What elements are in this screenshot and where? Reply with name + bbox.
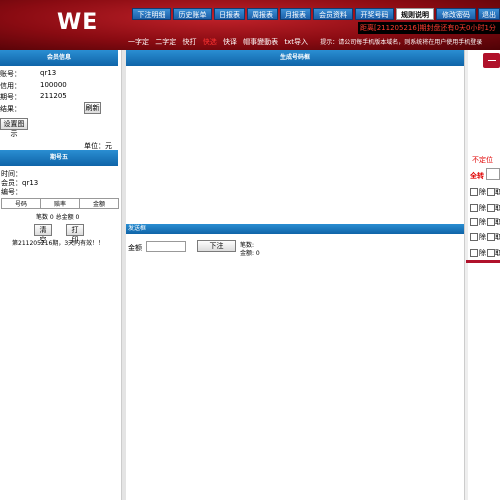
menu-icon	[488, 60, 496, 61]
checkbox-take-1[interactable]	[487, 188, 495, 196]
nav-change-password[interactable]: 修改密码	[436, 8, 476, 20]
generate-panel-title: 生成号码框	[126, 50, 464, 66]
unfixed-label: 不定位	[472, 156, 493, 164]
nav-bet-details[interactable]: 下注明细	[132, 8, 171, 20]
amount-label: 金额	[128, 244, 142, 252]
header-amount: 金额	[79, 198, 119, 209]
nav-member-info[interactable]: 会员资料	[313, 8, 353, 20]
checkbox-take-5[interactable]	[487, 249, 495, 257]
checkbox-exclude-5[interactable]	[470, 249, 478, 257]
validity-note: 第211205216期，3天内有效！！	[12, 240, 105, 247]
exclude-label-4: 除	[479, 233, 486, 241]
right-divider[interactable]	[464, 50, 468, 500]
nav-daily-report[interactable]: 日报表	[214, 8, 245, 20]
subnav-txt-import[interactable]: txt导入	[284, 38, 308, 46]
checkbox-take-4[interactable]	[487, 233, 495, 241]
account-row: 账号： qr13	[0, 69, 56, 79]
nav-draw-numbers[interactable]: 开奖号码	[355, 8, 394, 20]
checkbox-exclude-3[interactable]	[470, 218, 478, 226]
bet-table: 号码 赔率 金额	[1, 198, 119, 209]
nav-history[interactable]: 历史账单	[173, 8, 212, 20]
period-label: 期号：	[0, 93, 21, 101]
total-label: 金额: 0	[240, 250, 260, 257]
submit-bet-button[interactable]: 下注	[197, 240, 236, 252]
subnav-quick-select[interactable]: 快选	[203, 38, 217, 46]
bet-summary: 笔数 0 总金额 0	[36, 214, 80, 221]
take-label-2: 取	[495, 204, 500, 212]
clear-button[interactable]: 清 空	[34, 224, 52, 244]
red-accent-line	[466, 260, 500, 263]
sub-navigation: 一字定 二字定 快打 快选 快译 帽事變動表 txt导入 提示：请公司每手机版本…	[128, 36, 500, 48]
take-label-5: 取	[495, 249, 500, 257]
left-divider[interactable]	[121, 50, 126, 500]
credit-value: 100000	[40, 81, 67, 89]
credit-label: 信用：	[0, 82, 21, 90]
checkbox-take-2[interactable]	[487, 204, 495, 212]
header-odds: 赔率	[40, 198, 80, 209]
tip-text: 提示：请公司每手机版本域名，则系统将在用户使用手机登录	[320, 39, 483, 46]
send-panel-title: 发送框	[126, 224, 464, 234]
print-button[interactable]: 打 印	[66, 224, 84, 244]
all-label: 全转	[470, 172, 484, 180]
exclude-label-2: 除	[479, 204, 486, 212]
exclude-label-5: 除	[479, 249, 486, 257]
subnav-quick-translate[interactable]: 快译	[223, 38, 237, 46]
period-row: 期号： 211205	[0, 92, 67, 102]
subnav-two-digit[interactable]: 二字定	[155, 38, 176, 46]
exclude-label-3: 除	[479, 218, 486, 226]
checkbox-exclude-2[interactable]	[470, 204, 478, 212]
subnav-quick-play[interactable]: 快打	[182, 38, 196, 46]
checkbox-take-3[interactable]	[487, 218, 495, 226]
take-label-3: 取	[495, 218, 500, 226]
nav-weekly-report[interactable]: 周报表	[247, 8, 278, 20]
credit-row: 信用： 100000	[0, 81, 67, 91]
take-label-4: 取	[495, 233, 500, 241]
logo: WE	[57, 10, 99, 35]
nav-monthly-report[interactable]: 月报表	[280, 8, 311, 20]
nav-rules[interactable]: 规则说明	[396, 8, 434, 20]
nav-logout[interactable]: 退出	[478, 8, 500, 20]
header-number: 号码	[1, 198, 41, 209]
subnav-one-digit[interactable]: 一字定	[128, 38, 149, 46]
table-header-row: 号码 赔率 金额	[1, 198, 119, 209]
countdown-notice: 距离[211205216]期封盘还有0天0小时1分	[358, 22, 500, 34]
code-line: 编号：	[1, 188, 22, 196]
period-panel-title: 期号五	[0, 150, 118, 166]
subnav-odds-changes[interactable]: 帽事變動表	[243, 38, 278, 46]
checkbox-exclude-1[interactable]	[470, 188, 478, 196]
member-panel-title: 会员信息	[0, 50, 118, 66]
account-label: 账号：	[0, 70, 21, 78]
take-label-1: 取	[495, 188, 500, 196]
result-row: 结果：	[0, 104, 21, 114]
exclude-label-1: 除	[479, 188, 486, 196]
account-value: qr13	[40, 69, 57, 77]
result-label: 结果：	[0, 105, 21, 113]
amount-input[interactable]	[146, 241, 186, 252]
all-input[interactable]	[486, 168, 500, 180]
checkbox-exclude-4[interactable]	[470, 233, 478, 241]
settings-button[interactable]: 设置图示	[0, 118, 28, 138]
refresh-button[interactable]: 刷新	[84, 102, 101, 114]
period-value: 211205	[40, 92, 67, 100]
